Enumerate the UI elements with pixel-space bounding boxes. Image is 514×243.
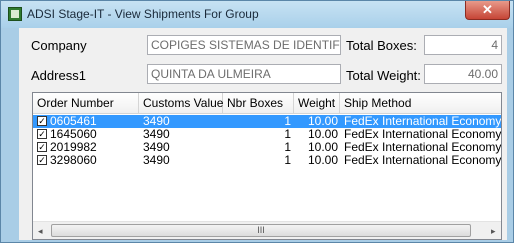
weight-cell: 10.00 (307, 128, 338, 141)
customs-value-cell: 3490 (143, 128, 170, 141)
total-boxes-field[interactable]: 4 (424, 35, 502, 55)
table-row[interactable]: ✓ 0605461 3490 1 10.00 FedEx Internation… (33, 115, 502, 128)
view-shipments-window: ADSI Stage-IT - View Shipments For Group… (0, 0, 514, 243)
weight-cell: 10.00 (307, 115, 338, 128)
address1-field[interactable]: QUINTA DA ULMEIRA (147, 64, 341, 84)
order-number-cell: 1645060 (50, 128, 97, 141)
order-number-cell: 3298060 (50, 154, 97, 167)
order-number-cell: 2019982 (50, 141, 97, 154)
row-checkbox[interactable]: ✓ (37, 116, 47, 126)
grip-icon: III (257, 225, 265, 235)
table-row[interactable]: ✓ 1645060 3490 1 10.00 FedEx Internation… (33, 128, 502, 141)
table-row[interactable]: ✓ 2019982 3490 1 10.00 FedEx Internation… (33, 141, 502, 154)
customs-value-cell: 3490 (143, 154, 170, 167)
customs-value-cell: 3490 (143, 115, 170, 128)
scroll-right-icon[interactable]: ▸ (491, 226, 496, 237)
row-checkbox[interactable]: ✓ (37, 142, 47, 152)
app-icon (8, 7, 22, 21)
row-checkbox[interactable]: ✓ (37, 155, 47, 165)
column-header-nbr-boxes[interactable]: Nbr Boxes (223, 93, 294, 113)
nbr-boxes-cell: 1 (284, 154, 291, 167)
company-field[interactable]: COPIGES SISTEMAS DE IDENTIFIC (147, 35, 341, 55)
nbr-boxes-cell: 1 (284, 115, 291, 128)
order-number-cell: 0605461 (50, 115, 97, 128)
grid-header: Order Number Customs Value Nbr Boxes Wei… (33, 93, 501, 114)
customs-value-cell: 3490 (143, 141, 170, 154)
table-row[interactable]: ✓ 3298060 3490 1 10.00 FedEx Internation… (33, 154, 502, 167)
company-label: Company (31, 38, 87, 53)
scroll-thumb[interactable]: III (51, 224, 471, 237)
title-bar[interactable]: ADSI Stage-IT - View Shipments For Group… (1, 1, 513, 28)
scroll-left-icon[interactable]: ◂ (38, 226, 43, 237)
weight-cell: 10.00 (307, 141, 338, 154)
total-boxes-label: Total Boxes: (346, 38, 417, 53)
shipments-grid: Order Number Customs Value Nbr Boxes Wei… (32, 92, 502, 240)
ship-method-cell: FedEx International Economy (344, 128, 502, 141)
total-weight-label: Total Weight: (346, 68, 421, 83)
weight-cell: 10.00 (307, 154, 338, 167)
horizontal-scrollbar[interactable]: ◂ III ▸ (33, 221, 501, 239)
ship-method-cell: FedEx International Economy (344, 141, 502, 154)
total-weight-field[interactable]: 40.00 (424, 64, 502, 84)
column-header-weight[interactable]: Weight (294, 93, 340, 113)
close-icon: ✕ (482, 2, 493, 17)
ship-method-cell: FedEx International Economy (344, 154, 502, 167)
form-body: Company COPIGES SISTEMAS DE IDENTIFIC To… (19, 28, 507, 240)
row-checkbox[interactable]: ✓ (37, 129, 47, 139)
nbr-boxes-cell: 1 (284, 141, 291, 154)
close-button[interactable]: ✕ (465, 1, 510, 20)
column-header-order-number[interactable]: Order Number (33, 93, 139, 113)
window-title: ADSI Stage-IT - View Shipments For Group (27, 7, 259, 21)
ship-method-cell: FedEx International Economy (344, 115, 502, 128)
nbr-boxes-cell: 1 (284, 128, 291, 141)
address1-label: Address1 (31, 68, 86, 83)
column-header-ship-method[interactable]: Ship Method (340, 93, 501, 113)
column-header-customs-value[interactable]: Customs Value (139, 93, 223, 113)
